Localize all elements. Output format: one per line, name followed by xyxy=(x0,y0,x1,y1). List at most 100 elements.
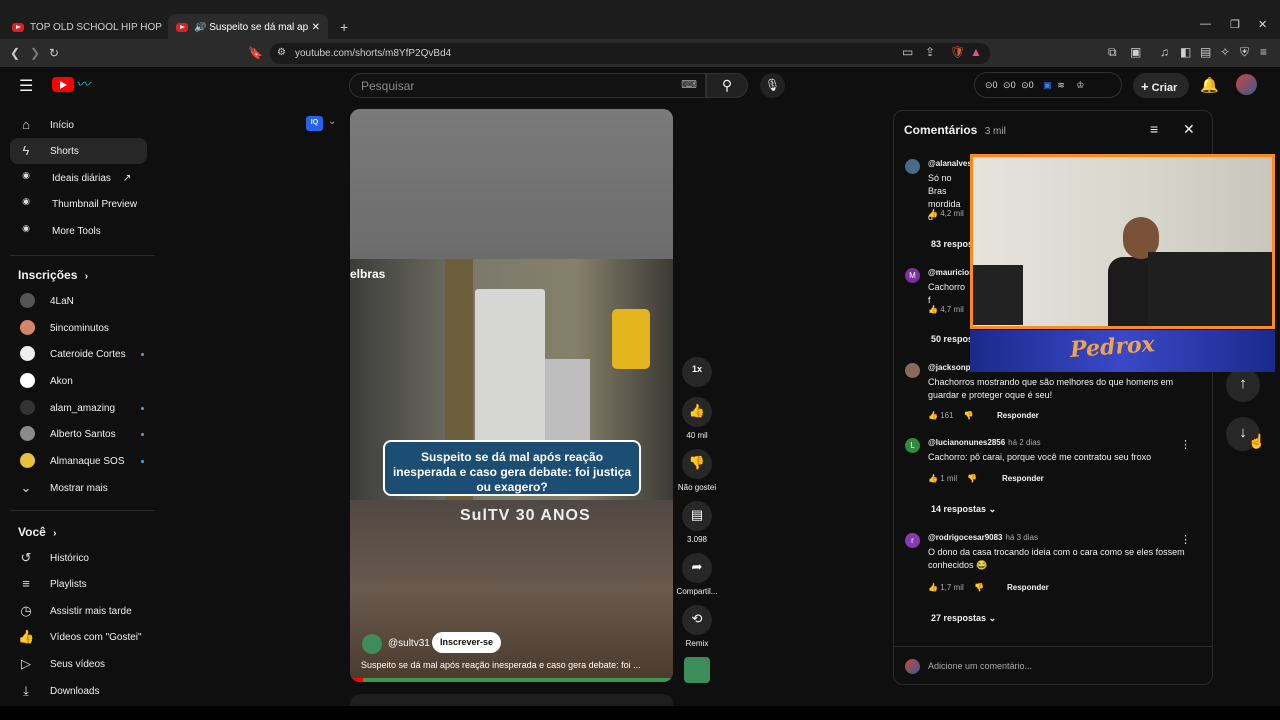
sidebar-item-your-videos[interactable]: ▷ Seus vídeos xyxy=(10,651,147,677)
iq-icon[interactable]: ▣ xyxy=(1043,80,1052,90)
channel-avatar[interactable] xyxy=(362,634,382,654)
channel-name[interactable]: @sultv31 xyxy=(388,638,430,649)
cast-icon[interactable]: ▭ xyxy=(902,45,913,59)
like-button[interactable]: 👍 40 mil xyxy=(682,397,712,440)
close-tab-icon[interactable]: ✕ xyxy=(312,22,320,33)
thumbs-up-icon[interactable]: 👍 xyxy=(928,209,938,218)
show-more-button[interactable]: ⌄ Mostrar mais xyxy=(10,475,147,501)
replies-toggle[interactable]: 14 respostas ⌄ xyxy=(931,504,996,515)
subscription-item[interactable]: Akon xyxy=(10,368,147,394)
hamburger-icon[interactable]: ☰ xyxy=(19,76,33,96)
comments-button[interactable]: ▤ 3.098 xyxy=(682,501,712,544)
subscription-item[interactable]: 5incominutos xyxy=(10,315,147,341)
sidebar-item-liked-videos[interactable]: 👍 Vídeos com "Gostei" xyxy=(10,624,147,650)
search-button[interactable]: ⚲ xyxy=(706,73,748,98)
speed-control[interactable]: 1x xyxy=(682,357,712,387)
dislike-button[interactable]: 👎 Não gostei xyxy=(678,449,716,492)
sort-icon[interactable]: ≡ xyxy=(1150,121,1158,137)
subscriptions-header[interactable]: Inscrições › xyxy=(18,268,88,282)
chevron-down-icon[interactable]: ⌄ xyxy=(328,116,336,127)
ai-icon[interactable]: ✧ xyxy=(1220,45,1230,59)
comment-avatar[interactable]: M xyxy=(905,268,920,283)
next-video-peek[interactable] xyxy=(350,694,673,706)
subscription-item[interactable]: 4LaN xyxy=(10,288,147,314)
notifications-bell-icon[interactable]: 🔔 xyxy=(1200,76,1219,94)
reply-button[interactable]: Responder xyxy=(1007,583,1049,592)
comment-avatar[interactable] xyxy=(905,159,920,174)
replies-toggle[interactable]: 27 respostas ⌄ xyxy=(931,613,996,624)
extension-stats[interactable]: ⊙0 ⊙0 ⊙0 ▣ ≋ ♔ xyxy=(974,72,1122,98)
sidebar-item-watch-later[interactable]: ◷ Assistir mais tarde xyxy=(10,598,147,624)
comment-author[interactable]: @rodrigocesar9083 há 3 dias xyxy=(928,533,1038,542)
sidebar-toggle-icon[interactable]: ◧ xyxy=(1180,45,1191,59)
voice-search-button[interactable]: 🎙 xyxy=(760,73,785,98)
comment-author[interactable]: @jacksonp xyxy=(928,363,970,372)
video-progress-bar[interactable] xyxy=(350,678,673,682)
thumbs-down-icon[interactable]: 👎 xyxy=(964,411,974,420)
brave-shield-icon[interactable]: 🛡 xyxy=(950,45,965,59)
thumbs-down-icon[interactable]: 👎 xyxy=(967,474,977,483)
you-header[interactable]: Você › xyxy=(18,525,56,539)
keyboard-icon[interactable]: ⌨ xyxy=(681,78,697,91)
subscription-item[interactable]: Almanaque SOS xyxy=(10,448,147,474)
forward-icon[interactable]: ❯ xyxy=(30,46,40,60)
iq-extension-badge[interactable]: IQ xyxy=(306,116,323,131)
extensions-icon[interactable]: ⧉ xyxy=(1108,45,1117,60)
add-comment-input[interactable]: Adicione um comentário... xyxy=(928,661,1032,671)
search-input[interactable]: Pesquisar ⌨ xyxy=(349,73,706,98)
more-options-icon[interactable]: ⋮ xyxy=(1180,533,1191,546)
menu-icon[interactable]: ≡ xyxy=(1260,45,1267,59)
maximize-icon[interactable]: ❐ xyxy=(1230,18,1240,31)
video-title[interactable]: Suspeito se dá mal após reação inesperad… xyxy=(361,660,661,670)
reload-icon[interactable]: ↻ xyxy=(49,46,59,60)
music-icon[interactable]: ♫ xyxy=(1160,45,1169,59)
sidebar-item-more-tools[interactable]: ◉ More Tools xyxy=(10,218,147,244)
sidepanel-icon[interactable]: ▣ xyxy=(1130,45,1141,59)
sidebar-item-ideas[interactable]: ◉ Ideais diárias ↗ xyxy=(10,165,147,191)
comment-avatar[interactable] xyxy=(905,363,920,378)
more-options-icon[interactable]: ⋮ xyxy=(1180,438,1191,451)
comment-author[interactable]: @mauricios xyxy=(928,268,974,277)
shorts-video-player[interactable]: elbras Suspeito se dá mal após reação in… xyxy=(350,109,673,682)
new-tab-button[interactable]: + xyxy=(332,14,352,40)
create-button[interactable]: + Criar xyxy=(1133,73,1189,98)
back-icon[interactable]: ❮ xyxy=(10,46,20,60)
user-avatar[interactable] xyxy=(1236,74,1257,95)
sidebar-item-thumbnail-preview[interactable]: ◉ Thumbnail Preview xyxy=(10,191,147,217)
thumbs-down-icon[interactable]: 👎 xyxy=(974,583,984,592)
minimize-icon[interactable]: — xyxy=(1200,18,1211,30)
sidebar-item-home[interactable]: ⌂ Início xyxy=(10,112,147,138)
thumbs-up-icon[interactable]: 👍 xyxy=(928,583,938,592)
close-window-icon[interactable]: ✕ xyxy=(1258,18,1267,31)
filter-icon[interactable]: ≋ xyxy=(1057,80,1065,90)
subscription-item[interactable]: Alberto Santos xyxy=(10,421,147,447)
comment-author[interactable]: @lucianonunes2856 há 2 dias xyxy=(928,438,1041,447)
comment-author[interactable]: @alanalves xyxy=(928,159,972,168)
remix-button[interactable]: ⟲ Remix xyxy=(682,605,712,648)
address-bar[interactable]: ⚙ youtube.com/shorts/m8YfP2QvBd4 xyxy=(270,43,990,64)
vpn-icon[interactable]: ⛨ xyxy=(1240,45,1249,60)
thumbs-up-icon[interactable]: 👍 xyxy=(928,474,938,483)
sidebar-item-history[interactable]: ↺ Histórico xyxy=(10,545,147,571)
reply-button[interactable]: Responder xyxy=(1002,474,1044,483)
site-info-icon[interactable]: ⚙ xyxy=(277,47,286,58)
sidebar-item-shorts[interactable]: ϟ Shorts xyxy=(10,138,147,164)
rewards-icon[interactable]: ▲ xyxy=(970,45,982,59)
sidebar-item-playlists[interactable]: ≡ Playlists xyxy=(10,571,147,597)
browser-tab[interactable]: TOP OLD SCHOOL HIP HOP 🔥 50 Ce xyxy=(4,14,164,40)
browser-tab-active[interactable]: 🔊 Suspeito se dá mal após reaç ✕ xyxy=(168,14,328,40)
subscribe-button[interactable]: Inscrever-se xyxy=(432,632,502,653)
custom-logo-icon[interactable]: 〰 xyxy=(76,74,90,94)
thumbs-up-icon[interactable]: 👍 xyxy=(928,411,938,420)
replies-toggle[interactable]: 50 respos xyxy=(931,334,973,344)
close-icon[interactable]: ✕ xyxy=(1183,121,1195,138)
reply-button[interactable]: Responder xyxy=(997,411,1039,420)
comment-avatar[interactable]: L xyxy=(905,438,920,453)
bookmark-icon[interactable]: 🔖 xyxy=(248,46,263,60)
wallet-icon[interactable]: ▤ xyxy=(1200,45,1211,59)
previous-video-button[interactable]: ↑ xyxy=(1226,368,1260,402)
youtube-logo[interactable] xyxy=(52,77,74,92)
comment-avatar[interactable]: r xyxy=(905,533,920,548)
share-icon[interactable]: ⇪ xyxy=(925,45,935,59)
replies-toggle[interactable]: 83 respos xyxy=(931,239,973,249)
